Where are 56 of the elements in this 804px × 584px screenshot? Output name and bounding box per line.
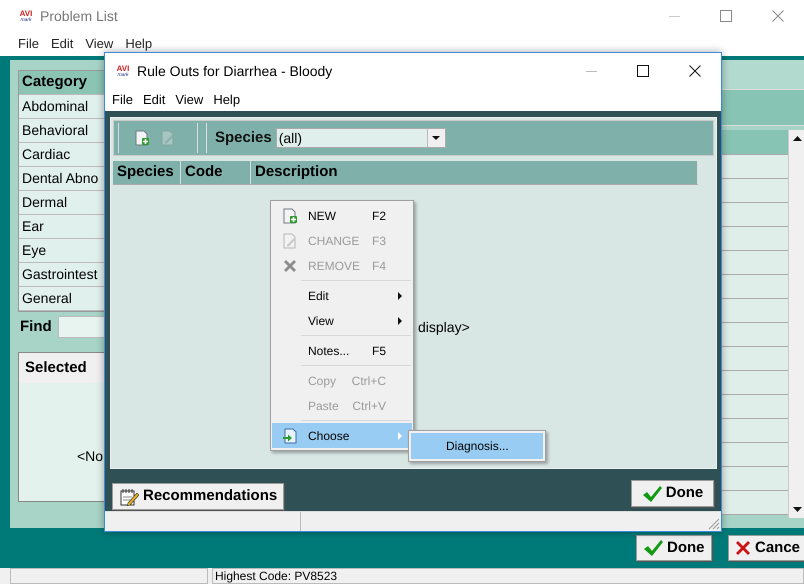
scroll-down-icon [793,507,802,512]
species-label: Species [215,128,272,148]
column-header[interactable]: Description [251,161,698,184]
resize-grip-icon [708,518,720,530]
empty-text: <No [77,448,104,464]
menu-item[interactable]: Edit [44,34,80,54]
column-header[interactable]: Code [181,161,251,184]
menu-item[interactable]: Help [119,34,158,54]
close-icon [689,65,701,77]
new-document-icon [282,208,298,224]
edit-document-icon [160,130,176,146]
menu-item[interactable]: Diagnosis... [411,433,543,459]
menu-item[interactable]: NEW F2 [272,203,412,228]
window-title: Problem List [40,6,118,26]
dropdown-arrow-icon [432,136,440,140]
logo-text: AVI [116,64,130,72]
close-icon [772,10,784,22]
menu-item[interactable]: View [79,34,120,54]
menu-item[interactable]: Help [208,90,246,110]
menu-item[interactable]: File [107,90,138,110]
recommendations-button[interactable]: Recommendations [112,483,284,510]
scrollbar[interactable] [788,130,804,518]
find-label: Find [20,316,52,337]
remove-icon [282,258,298,274]
minimize-icon [586,70,596,72]
menu-item[interactable]: Edit [272,283,412,308]
menu-item[interactable]: Choose [272,423,412,448]
check-icon [643,539,663,557]
cross-icon [735,540,751,556]
done-button[interactable]: Done [631,480,714,507]
column-header[interactable]: Species [113,161,181,184]
submenu-arrow-icon [398,292,402,300]
edit-document-icon [282,232,298,248]
maximize-icon [637,65,649,77]
cancel-button[interactable]: Cance [728,535,804,561]
new-document-icon [134,130,150,146]
submenu-arrow-icon [398,316,402,324]
menu-item[interactable]: View [272,308,412,333]
logo-text: AVI [20,10,32,18]
new-button[interactable] [133,129,151,147]
menu-item[interactable]: Notes... F5 [272,338,412,363]
status-text: Highest Code: PV8523 [212,568,804,584]
dropdown-value: (all) [278,128,302,148]
species-dropdown[interactable]: (all) [276,128,446,148]
menu-item[interactable]: Edit [138,90,170,110]
menu-item[interactable]: File [12,34,45,54]
empty-text: display> [418,319,470,335]
scroll-up-icon [793,136,802,141]
maximize-icon [720,10,732,22]
notepad-icon [119,488,139,506]
choose-document-icon [282,428,298,444]
check-icon [642,484,662,502]
submenu-arrow-icon [398,432,402,440]
done-button[interactable]: Done [636,535,712,561]
menu-item[interactable]: View [170,90,208,110]
dialog-title: Rule Outs for Diarrhea - Bloody [137,62,332,81]
